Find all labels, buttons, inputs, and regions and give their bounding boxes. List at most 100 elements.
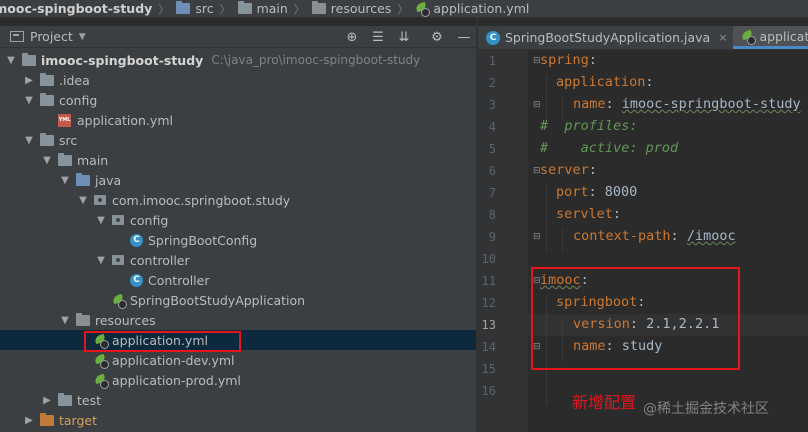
tree-item-label: application-prod.yml: [112, 372, 241, 388]
tree-item-config[interactable]: ▼ config: [0, 90, 476, 110]
chevron-down-icon[interactable]: ▼: [22, 95, 36, 106]
tree-item-label: com.imooc.springboot.study: [112, 192, 291, 208]
breadcrumb-file-label: application.yml: [433, 1, 530, 16]
chevron-down-icon[interactable]: ▼: [58, 175, 72, 186]
yaml-key: context-path: [573, 228, 671, 244]
chevron-down-icon[interactable]: ▼: [22, 135, 36, 146]
line-number: 16: [481, 384, 496, 398]
chevron-right-icon[interactable]: ▶: [22, 415, 36, 426]
chevron-down-icon[interactable]: ▼: [94, 215, 108, 226]
tree-item-label: controller: [130, 252, 190, 268]
excluded-folder-icon: [40, 412, 54, 426]
tab-application-yml[interactable]: application: [733, 26, 808, 49]
chevron-down-icon[interactable]: ▼: [94, 255, 108, 266]
gear-icon[interactable]: ⚙: [428, 28, 446, 46]
tree-item-src[interactable]: ▼ src: [0, 130, 476, 150]
yaml-value: imooc-springboot-study: [621, 96, 801, 112]
spring-yaml-icon: [94, 374, 109, 389]
tab-springbootstudyapplication-java[interactable]: C SpringBootStudyApplication.java ×: [478, 26, 733, 49]
expand-all-icon[interactable]: ⇊: [395, 28, 413, 46]
tree-item-label: config: [130, 212, 169, 228]
tree-item-package[interactable]: ▼ com.imooc.springboot.study: [0, 190, 476, 210]
indent-guide: [546, 75, 547, 119]
line-number: 1: [488, 54, 496, 68]
tree-item-controller-pkg[interactable]: ▼ controller: [0, 250, 476, 270]
breadcrumb: imooc-spingboot-study 〉 src 〉 main 〉 res…: [0, 0, 808, 18]
folder-icon: [40, 132, 54, 146]
breadcrumb-resources-label: resources: [330, 1, 392, 16]
chevron-right-icon[interactable]: ▶: [22, 75, 36, 86]
code-line-1: spring:: [540, 52, 597, 68]
fold-icon[interactable]: ⊟: [533, 100, 543, 110]
tree-item-config-application-yml[interactable]: ▶ YML application.yml: [0, 110, 476, 130]
project-view-selector[interactable]: Project: [30, 29, 73, 44]
resources-folder-icon: [76, 312, 90, 326]
tree-item-root[interactable]: ▼ imooc-spingboot-study C:\java_pro\imoo…: [0, 50, 476, 70]
code-line-4: # profiles:: [540, 118, 638, 134]
tree-item-label: .idea: [59, 72, 90, 88]
source-folder-icon: [76, 172, 90, 186]
breadcrumb-resources[interactable]: resources: [308, 0, 395, 17]
folder-icon: [58, 152, 72, 166]
line-number: 3: [488, 98, 496, 112]
spring-yaml-icon: [741, 30, 757, 45]
minimize-icon[interactable]: —: [455, 28, 473, 46]
tree-item-application-class[interactable]: ▶ SpringBootStudyApplication: [0, 290, 476, 310]
tab-label: application: [759, 28, 808, 44]
line-number: 14: [481, 340, 496, 354]
yaml-colon: :: [645, 74, 654, 90]
chevron-down-icon[interactable]: ▼: [40, 155, 54, 166]
project-window-icon: [10, 31, 24, 42]
fold-icon[interactable]: ⊟: [533, 232, 543, 242]
yaml-colon: :: [670, 228, 687, 244]
chevron-down-icon[interactable]: ▼: [76, 195, 90, 206]
highlight-box-file: [84, 331, 241, 352]
tree-item-label: test: [77, 392, 102, 408]
line-number: 4: [488, 120, 496, 134]
yaml-value: 8000: [604, 184, 638, 200]
breadcrumb-src[interactable]: src: [172, 0, 216, 17]
tree-item-main[interactable]: ▼ main: [0, 150, 476, 170]
line-number: 12: [481, 296, 496, 310]
java-class-icon: C: [130, 273, 143, 287]
code-line-3: name: imooc-springboot-study: [573, 96, 801, 112]
line-number: 2: [488, 76, 496, 90]
yaml-value: /imooc: [686, 228, 736, 244]
tree-item-java[interactable]: ▼ java: [0, 170, 476, 190]
tree-item-label: application.yml: [77, 112, 173, 128]
tree-item-label: main: [77, 152, 109, 168]
tree-item-controller-class[interactable]: ▶ C Controller: [0, 270, 476, 290]
tree-item-pkg-config[interactable]: ▼ config: [0, 210, 476, 230]
collapse-all-icon[interactable]: ☰: [369, 28, 387, 46]
yaml-key: servlet: [556, 206, 613, 222]
spring-yaml-icon: [415, 2, 431, 17]
chevron-down-icon[interactable]: ▼: [4, 55, 18, 66]
close-icon[interactable]: ×: [718, 31, 727, 44]
highlight-box-new-config: [531, 267, 740, 370]
tree-item-idea[interactable]: ▶ .idea: [0, 70, 476, 90]
tree-item-resources[interactable]: ▼ resources: [0, 310, 476, 330]
crosshair-icon[interactable]: ⊕: [343, 28, 361, 46]
chevron-down-icon[interactable]: ▼: [79, 32, 86, 42]
chevron-right-icon[interactable]: ▶: [40, 395, 54, 406]
tree-item-label: config: [59, 92, 98, 108]
breadcrumb-main-label: main: [256, 1, 288, 16]
java-class-icon: C: [486, 30, 500, 45]
tree-item-label: SpringBootConfig: [148, 232, 258, 248]
yaml-colon: :: [588, 52, 597, 68]
tree-item-application-dev-yml[interactable]: ▶ application-dev.yml: [0, 350, 476, 370]
tree-item-test[interactable]: ▶ test: [0, 390, 476, 410]
resources-folder-icon: [311, 1, 326, 14]
yaml-file-icon: YML: [58, 113, 71, 127]
tree-item-springbootconfig[interactable]: ▶ C SpringBootConfig: [0, 230, 476, 250]
chevron-down-icon[interactable]: ▼: [58, 315, 72, 326]
breadcrumb-main[interactable]: main: [234, 0, 291, 17]
yaml-colon: :: [588, 162, 597, 178]
breadcrumb-file[interactable]: application.yml: [411, 0, 532, 17]
breadcrumb-project-label: imooc-spingboot-study: [0, 1, 153, 16]
tree-item-application-prod-yml[interactable]: ▶ application-prod.yml: [0, 370, 476, 390]
tree-item-target[interactable]: ▶ target: [0, 410, 476, 430]
breadcrumb-project[interactable]: imooc-spingboot-study: [0, 0, 155, 17]
source-folder-icon: [176, 1, 191, 14]
package-icon: [94, 195, 106, 205]
